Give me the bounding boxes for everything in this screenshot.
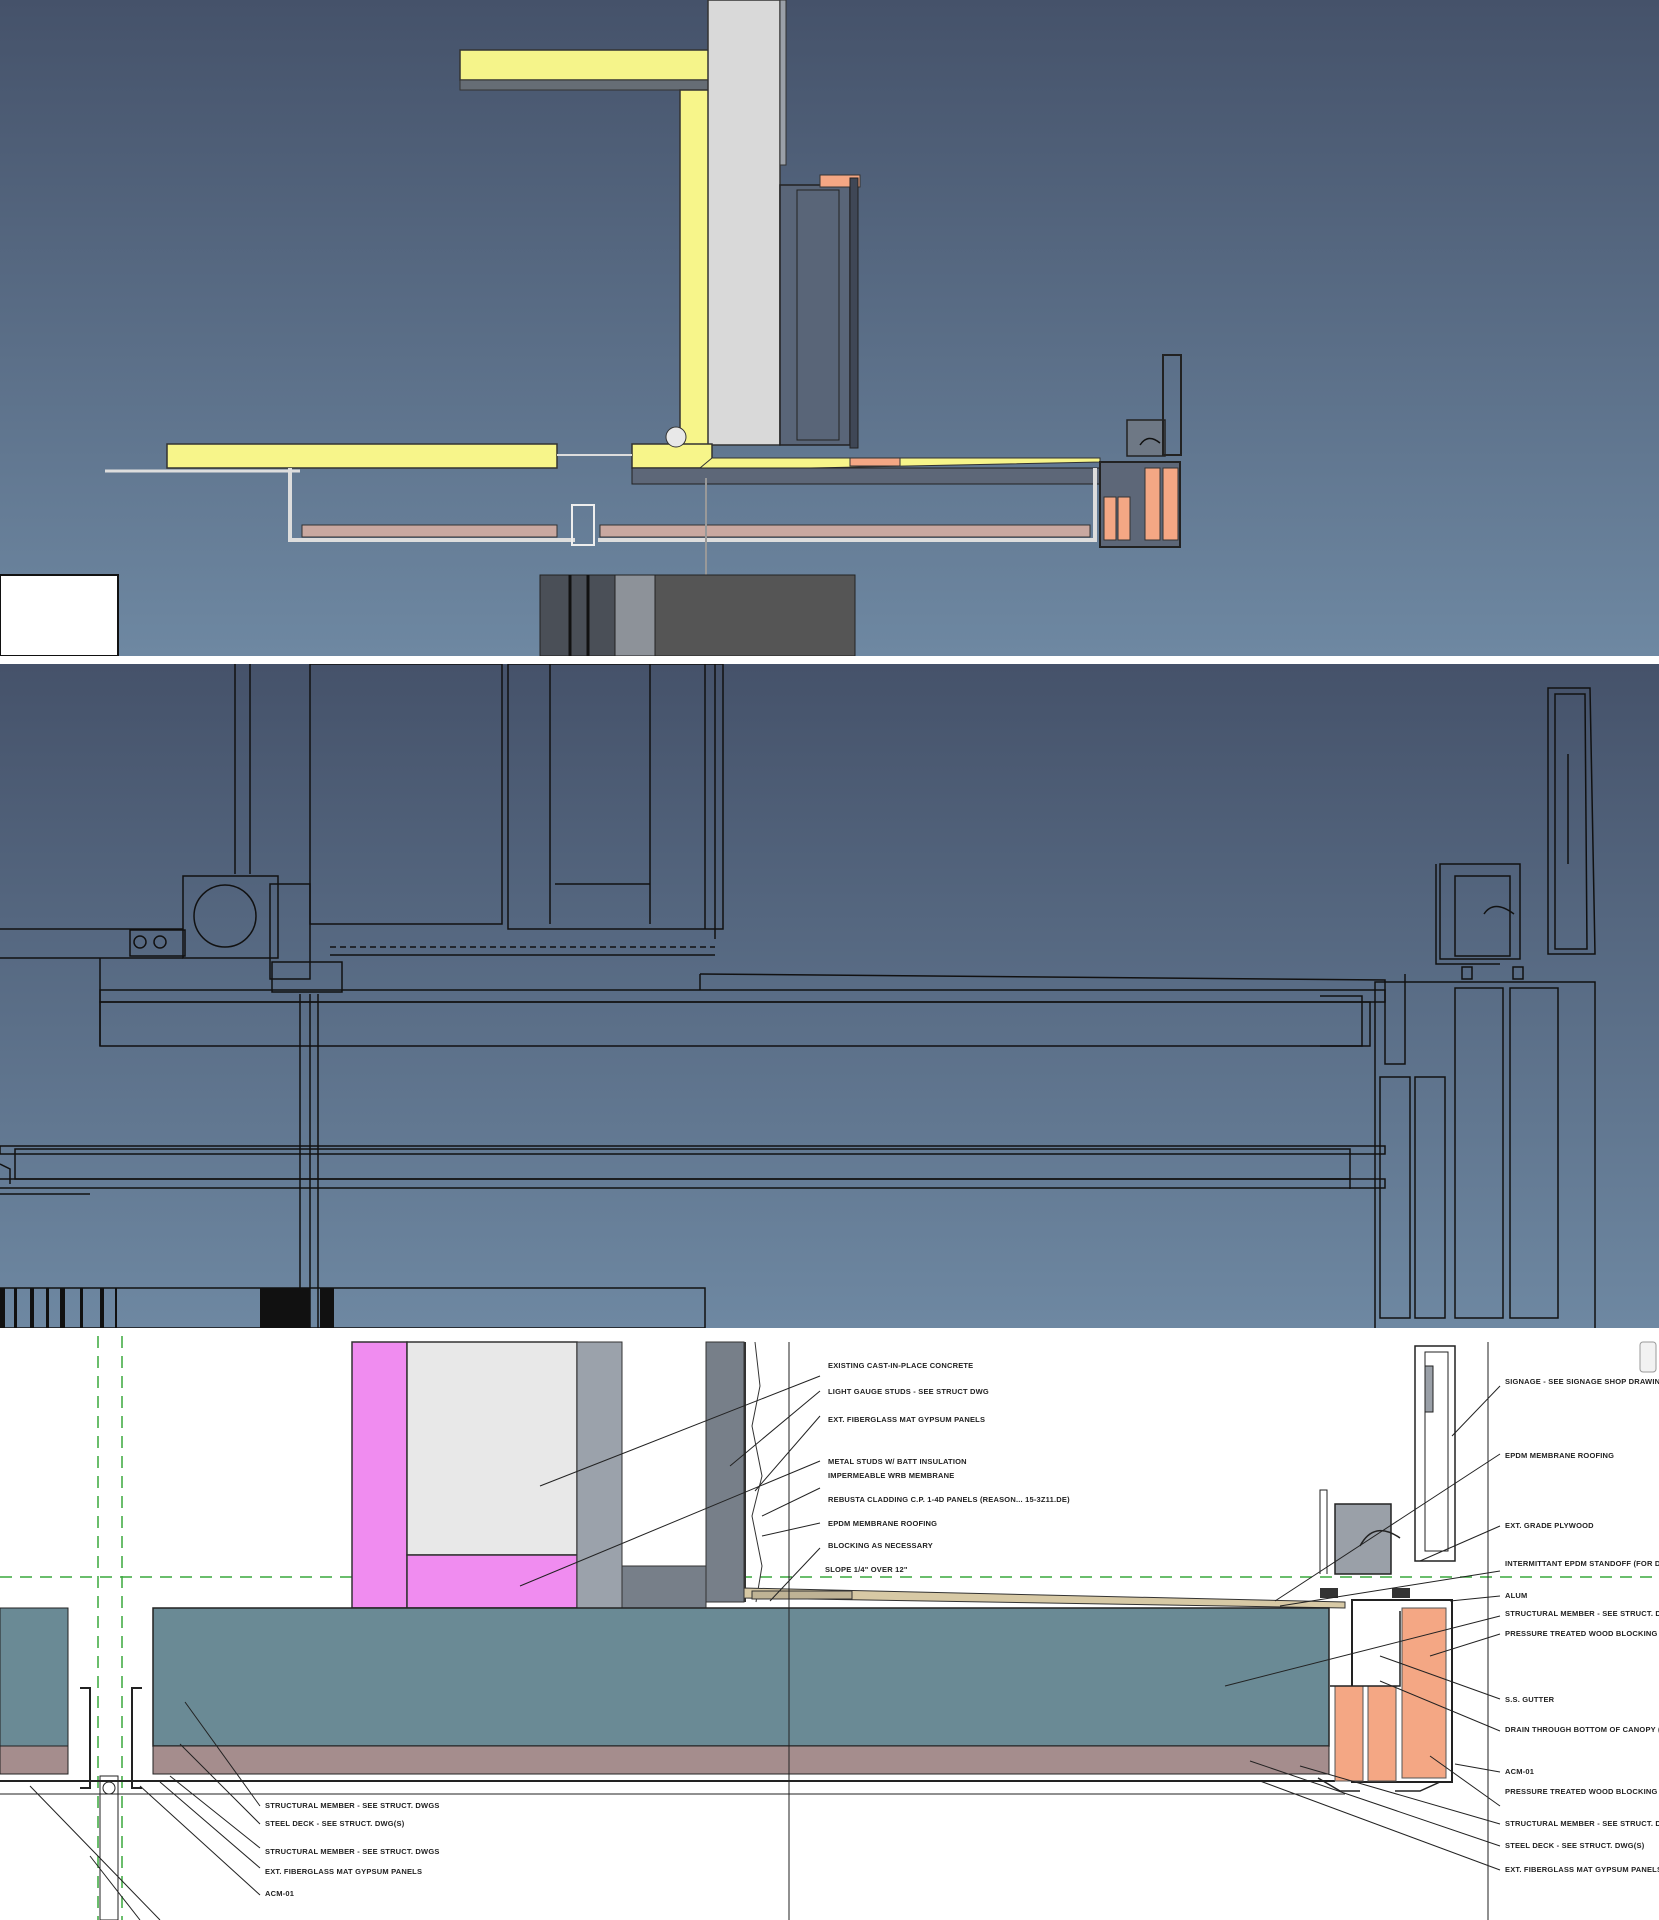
note-alum: ALUM	[1505, 1591, 1527, 1600]
overview-drawing	[0, 0, 1659, 656]
note-pt-wood-r1: PRESSURE TREATED WOOD BLOCKING - SEE AS …	[1505, 1629, 1659, 1638]
annotated-section-detail: EXISTING CAST-IN-PLACE CONCRETE LIGHT GA…	[0, 1336, 1659, 1920]
section-wireframe-view	[0, 664, 1659, 1328]
detail-drawing: EXISTING CAST-IN-PLACE CONCRETE LIGHT GA…	[0, 1336, 1659, 1920]
note-structural-member-r1: STRUCTURAL MEMBER - SEE STRUCT. DWGS	[1505, 1609, 1659, 1618]
note-ext-fiberglass-l: EXT. FIBERGLASS MAT GYPSUM PANELS	[265, 1867, 422, 1876]
left-insulation-board	[166, 443, 558, 469]
note-epdm-2: EPDM MEMBRANE ROOFING	[1505, 1451, 1614, 1460]
note-ext-fiberglass-r: EXT. FIBERGLASS MAT GYPSUM PANELS	[1505, 1865, 1659, 1874]
note-signage: SIGNAGE - SEE SIGNAGE SHOP DRAWINGS	[1505, 1377, 1659, 1386]
note-steel-deck-r: STEEL DECK - SEE STRUCT. DWG(S)	[1505, 1841, 1645, 1850]
note-steel-deck-l: STEEL DECK - SEE STRUCT. DWG(S)	[265, 1819, 405, 1828]
structural-member	[152, 1607, 1330, 1747]
existing-concrete	[406, 1341, 578, 1556]
note-light-gauge-studs: LIGHT GAUGE STUDS - SEE STRUCT DWG	[828, 1387, 989, 1396]
stud-column	[705, 1341, 745, 1603]
note-intermittent-epdm: INTERMITTANT EPDM STANDOFF (FOR DRAINAGE…	[1505, 1559, 1659, 1568]
upper-insulation-board	[459, 49, 711, 81]
note-structural-member-r2: STRUCTURAL MEMBER - SEE STRUCT. DWGS	[1505, 1819, 1659, 1828]
wood-blocking	[1144, 467, 1161, 541]
note-epdm-1: EPDM MEMBRANE ROOFING	[828, 1519, 937, 1528]
wireframe-drawing	[0, 664, 1659, 1328]
note-impermeable: IMPERMEABLE WRB MEMBRANE	[828, 1471, 954, 1480]
note-pt-wood-r2: PRESSURE TREATED WOOD BLOCKING - SEE AS …	[1505, 1787, 1659, 1796]
signage-junction-box	[1334, 1503, 1392, 1575]
note-metal-studs: METAL STUDS W/ BATT INSULATION	[828, 1457, 967, 1466]
panel-scroll-handle[interactable]	[1639, 1341, 1657, 1373]
vapor-membrane	[351, 1341, 408, 1609]
note-rainscreen: REBUSTA CLADDING C.P. 1-4D PANELS (REASO…	[828, 1495, 1070, 1504]
note-ss-gutter: S.S. GUTTER	[1505, 1695, 1555, 1704]
note-acm-01-l: ACM-01	[265, 1889, 294, 1898]
panel-divider	[0, 656, 1659, 664]
signage-box	[1126, 419, 1166, 457]
note-ext-grade-plywood: EXT. GRADE PLYWOOD	[1505, 1521, 1594, 1530]
white-block	[0, 574, 119, 656]
note-acm-01-r: ACM-01	[1505, 1767, 1534, 1776]
note-drain-through: DRAIN THROUGH BOTTOM OF CANOPY (BEYOND)	[1505, 1725, 1659, 1734]
panel-divider	[0, 1328, 1659, 1336]
note-blocking: BLOCKING AS NECESSARY	[828, 1541, 933, 1550]
note-ext-fiberglass-1: EXT. FIBERGLASS MAT GYPSUM PANELS	[828, 1415, 985, 1424]
note-existing-concrete: EXISTING CAST-IN-PLACE CONCRETE	[828, 1361, 973, 1370]
steel-deck	[152, 1745, 1330, 1775]
section-3d-overview	[0, 0, 1659, 656]
note-structural-member-l2: STRUCTURAL MEMBER - SEE STRUCT. DWGS	[265, 1847, 440, 1856]
wall-insulation	[679, 89, 711, 461]
note-structural-member-l1: STRUCTURAL MEMBER - SEE STRUCT. DWGS	[265, 1801, 440, 1810]
concrete-wall	[707, 0, 781, 446]
note-slope: SLOPE 1/4" OVER 12"	[825, 1565, 908, 1574]
